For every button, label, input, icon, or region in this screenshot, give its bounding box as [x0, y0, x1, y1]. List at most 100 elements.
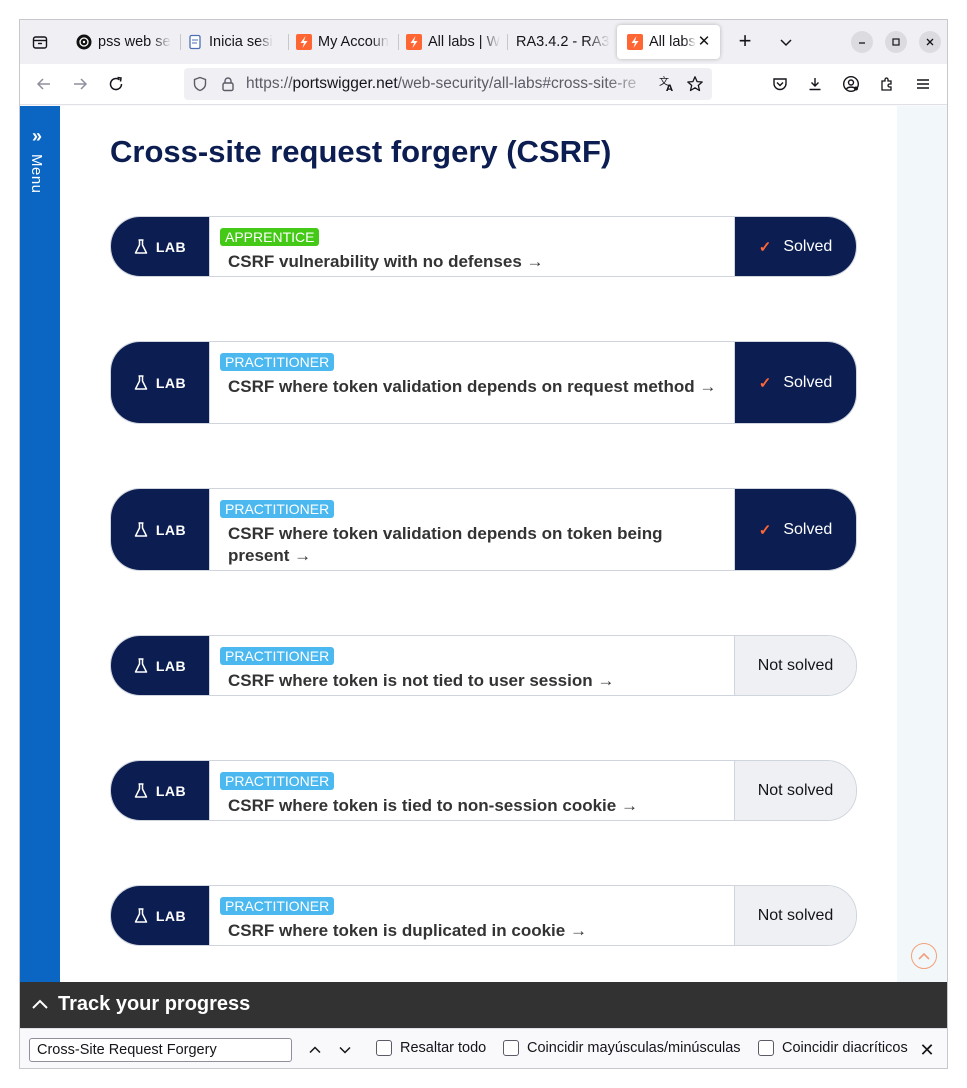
chevron-down-icon[interactable]	[774, 30, 798, 54]
match-case-label: Coincidir mayúsculas/minúsculas	[527, 1040, 741, 1056]
download-icon[interactable]	[803, 72, 827, 96]
back-arrow-icon[interactable]	[32, 72, 56, 96]
flask-icon	[134, 907, 148, 923]
match-diacritics-label: Coincidir diacríticos	[782, 1040, 908, 1056]
lab-body: PRACTITIONER CSRF where token validation…	[209, 489, 735, 570]
maximize-icon[interactable]	[885, 31, 907, 53]
lab-card[interactable]: LAB PRACTITIONER CSRF where token is tie…	[110, 760, 857, 821]
checkbox[interactable]	[503, 1040, 519, 1056]
side-menu-toggle[interactable]: » Menu	[20, 106, 60, 982]
translate-icon[interactable]: 文A	[658, 75, 676, 98]
lab-title-link[interactable]: CSRF where token validation depends on r…	[228, 376, 724, 398]
close-window-icon[interactable]	[919, 31, 941, 53]
tab-ra342[interactable]: RA3.4.2 - RA3	[506, 25, 614, 59]
reload-icon[interactable]	[104, 72, 128, 96]
forward-arrow-icon[interactable]	[68, 72, 92, 96]
minimize-icon[interactable]	[851, 31, 873, 53]
lab-badge: LAB	[111, 761, 209, 820]
lab-body: APPRENTICE CSRF vulnerability with no de…	[209, 217, 735, 276]
arrow-right-icon: →	[569, 921, 587, 940]
new-tab-button[interactable]: +	[733, 30, 757, 54]
url-scheme: https://	[246, 75, 293, 92]
lab-card[interactable]: LAB PRACTITIONER CSRF where token is dup…	[110, 885, 857, 946]
checkbox[interactable]	[376, 1040, 392, 1056]
flask-icon	[134, 782, 148, 798]
track-progress-bar[interactable]: Track your progress	[20, 982, 947, 1028]
lab-status: Not solved	[735, 886, 856, 945]
page-title: Cross-site request forgery (CSRF)	[110, 134, 612, 169]
menu-label: Menu	[28, 154, 45, 194]
double-chevron-right-icon: »	[32, 126, 43, 146]
lab-badge-label: LAB	[155, 521, 187, 538]
flask-icon	[134, 521, 148, 537]
lab-title-link[interactable]: CSRF where token validation depends on t…	[228, 523, 724, 567]
checkbox[interactable]	[758, 1040, 774, 1056]
flask-icon	[134, 657, 148, 673]
level-tag: PRACTITIONER	[220, 353, 335, 371]
lab-title-link[interactable]: CSRF where token is not tied to user ses…	[228, 670, 724, 692]
portswigger-icon	[627, 34, 643, 50]
level-tag: PRACTITIONER	[220, 772, 335, 790]
navigation-toolbar: https://portswigger.net/web-security/all…	[20, 64, 947, 105]
lab-badge-label: LAB	[155, 238, 187, 255]
status-label: Solved	[783, 520, 833, 538]
highlight-all-label: Resaltar todo	[400, 1040, 487, 1056]
address-bar[interactable]: https://portswigger.net/web-security/all…	[184, 68, 712, 100]
tab-my-account[interactable]: My Accoun	[286, 25, 394, 59]
lab-badge: LAB	[111, 217, 209, 276]
level-tag: PRACTITIONER	[220, 647, 335, 665]
tab-all-labs-1[interactable]: All labs | W	[396, 25, 504, 59]
tab-label: Inicia sesi	[209, 34, 273, 50]
flask-icon	[134, 238, 148, 254]
tab-label: All labs |	[649, 34, 696, 50]
lab-title: CSRF vulnerability with no defenses	[228, 252, 522, 271]
url-path: /web-security/all-labs#cross-site-re	[397, 75, 637, 92]
hamburger-menu-icon[interactable]	[911, 72, 935, 96]
bookmark-star-icon[interactable]	[686, 75, 704, 98]
lab-title: CSRF where token is duplicated in cookie	[228, 921, 566, 940]
lab-card[interactable]: LAB PRACTITIONER CSRF where token valida…	[110, 341, 857, 424]
lab-title-link[interactable]: CSRF where token is duplicated in cookie…	[228, 920, 724, 942]
arrow-right-icon: →	[699, 377, 717, 396]
close-find-bar-icon[interactable]: ✕	[916, 1039, 938, 1061]
tab-all-labs-active[interactable]: All labs | ✕	[617, 25, 720, 59]
tab-inicia-sesion[interactable]: Inicia sesi	[177, 25, 285, 59]
account-icon[interactable]	[839, 72, 863, 96]
shield-icon[interactable]	[192, 76, 208, 97]
lab-title: CSRF where token validation depends on r…	[228, 377, 695, 396]
lab-status: ✓ Solved	[735, 342, 856, 423]
openai-icon	[76, 34, 92, 50]
extensions-icon[interactable]	[875, 72, 899, 96]
status-label: Not solved	[757, 656, 834, 674]
lab-title-link[interactable]: CSRF where token is tied to non-session …	[228, 795, 724, 817]
status-label: Solved	[783, 237, 833, 255]
lab-status: Not solved	[735, 636, 856, 695]
url-text[interactable]: https://portswigger.net/web-security/all…	[246, 75, 654, 93]
lab-status: ✓ Solved	[735, 489, 856, 570]
lock-icon[interactable]	[220, 76, 236, 97]
highlight-all-checkbox[interactable]: Resaltar todo	[376, 1040, 486, 1056]
match-diacritics-checkbox[interactable]: Coincidir diacríticos	[758, 1040, 908, 1056]
arrow-right-icon: →	[597, 671, 615, 690]
find-input[interactable]: Cross-Site Request Forgery	[29, 1038, 292, 1062]
lab-body: PRACTITIONER CSRF where token is tied to…	[209, 761, 735, 820]
tab-pss-web[interactable]: pss web se	[66, 25, 178, 59]
find-previous-icon[interactable]	[304, 1039, 326, 1061]
lab-badge-label: LAB	[155, 782, 187, 799]
lab-title-link[interactable]: CSRF vulnerability with no defenses →	[228, 251, 724, 273]
find-next-icon[interactable]	[334, 1039, 356, 1061]
firefox-view-icon[interactable]	[28, 30, 52, 54]
lab-badge: LAB	[111, 886, 209, 945]
tab-label: All labs | W	[428, 34, 501, 50]
match-case-checkbox[interactable]: Coincidir mayúsculas/minúsculas	[503, 1040, 741, 1056]
lab-card[interactable]: LAB APPRENTICE CSRF vulnerability with n…	[110, 216, 857, 277]
tab-label: My Accoun	[318, 34, 389, 50]
level-tag: APPRENTICE	[220, 228, 320, 246]
scroll-to-top-icon[interactable]	[911, 943, 937, 969]
status-label: Not solved	[757, 781, 834, 799]
lab-card[interactable]: LAB PRACTITIONER CSRF where token valida…	[110, 488, 857, 571]
pocket-icon[interactable]	[768, 72, 792, 96]
arrow-right-icon: →	[526, 252, 544, 271]
close-tab-icon[interactable]: ✕	[696, 34, 712, 50]
lab-card[interactable]: LAB PRACTITIONER CSRF where token is not…	[110, 635, 857, 696]
